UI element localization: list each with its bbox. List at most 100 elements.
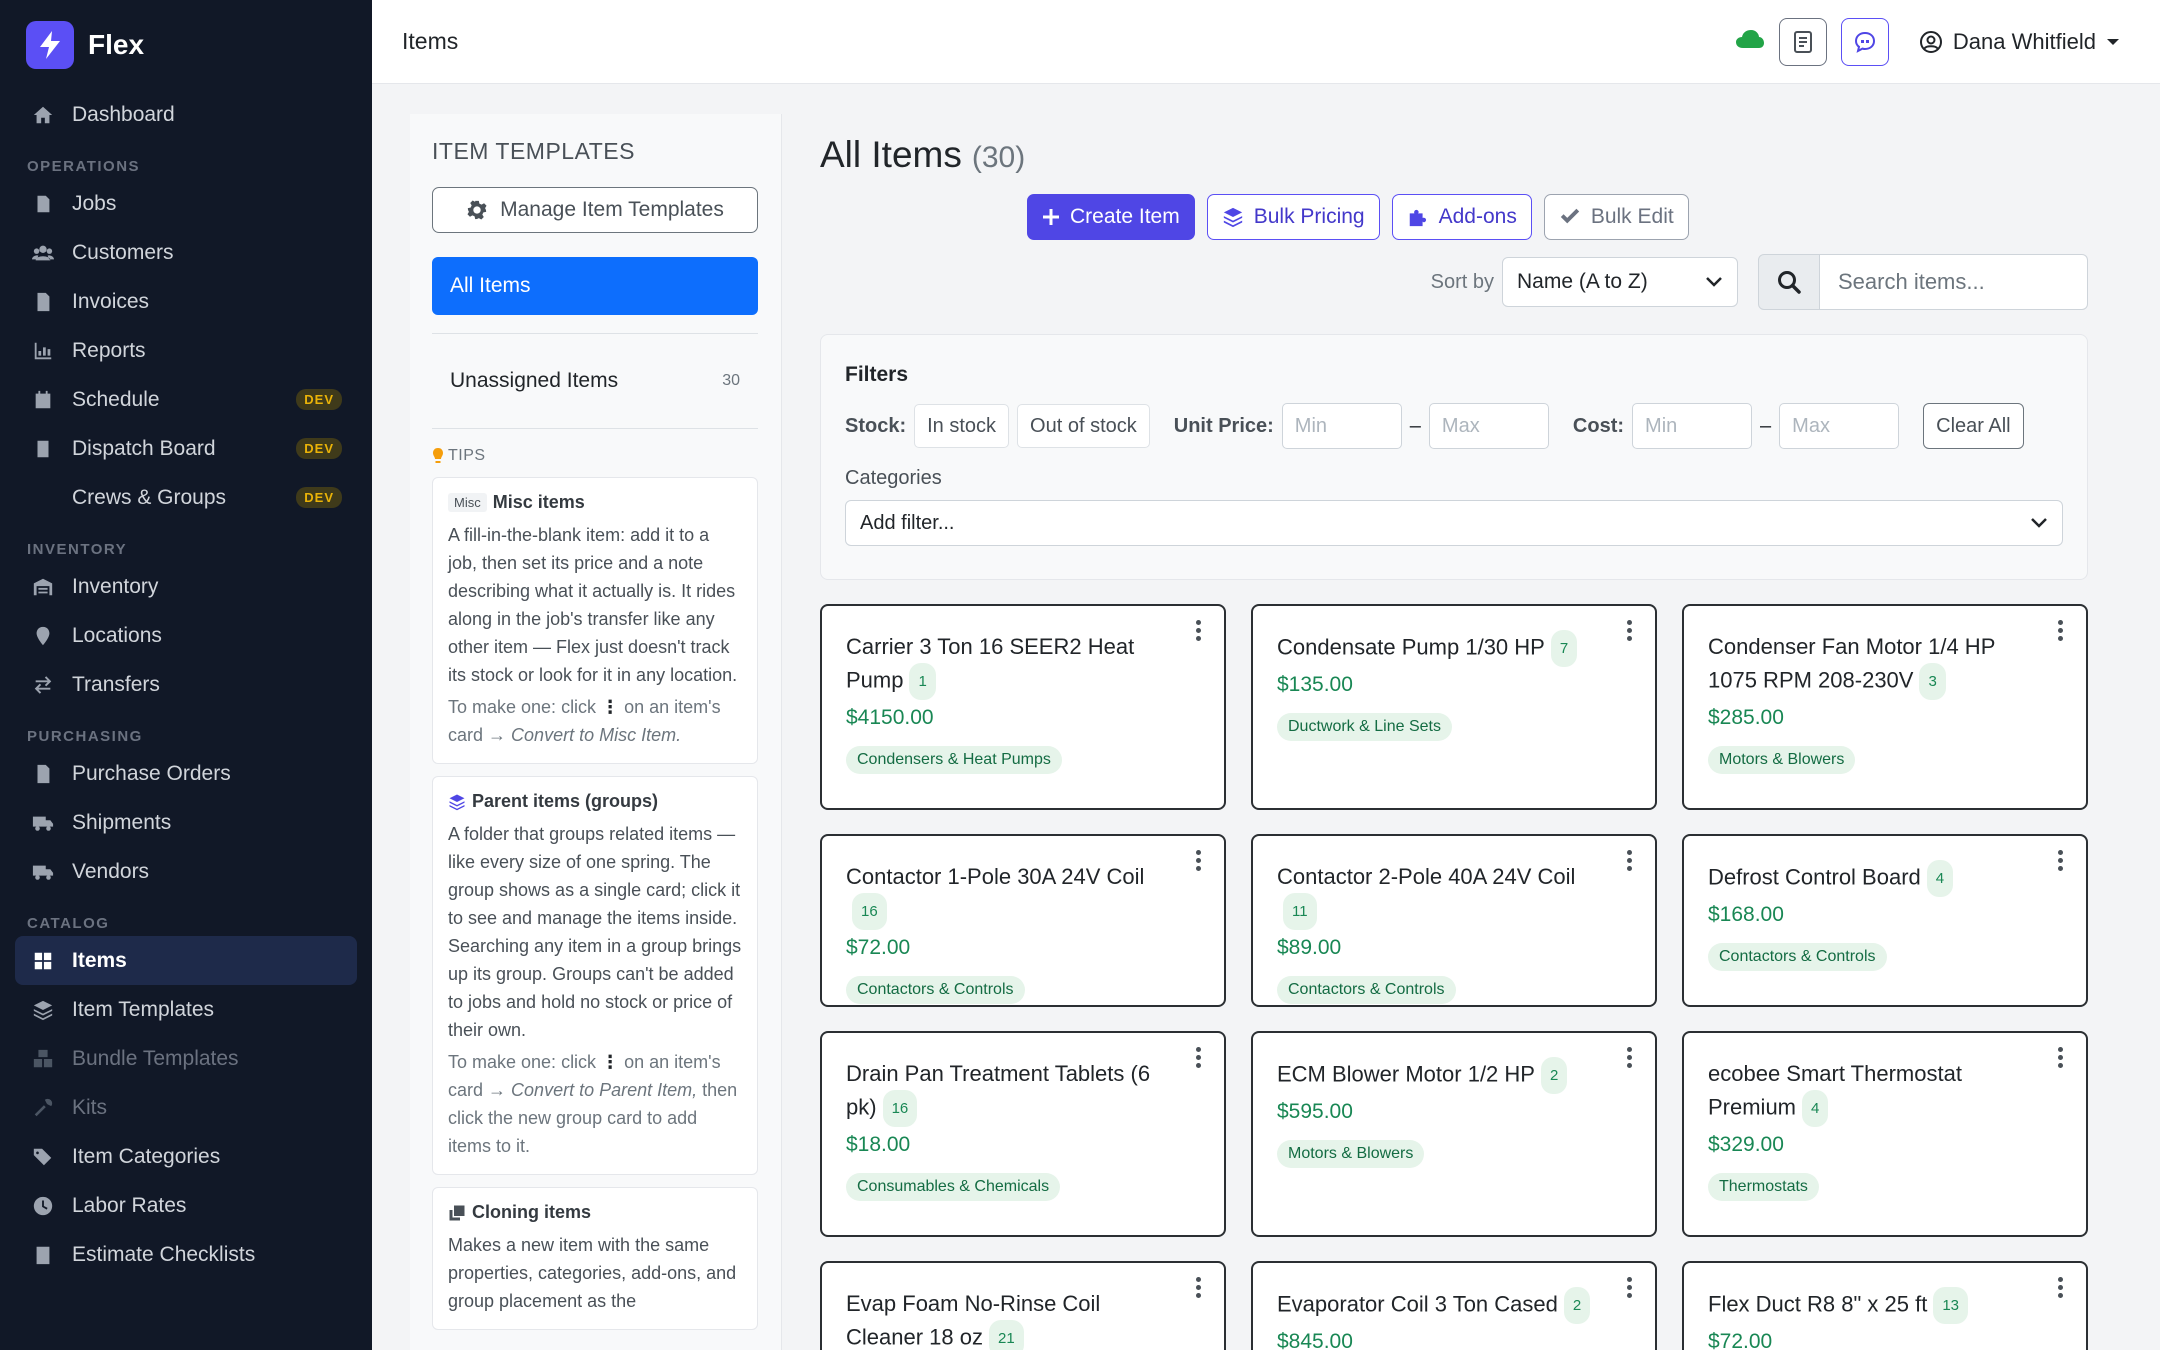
brand[interactable]: Flex: [0, 0, 372, 90]
sidebar-item-transfers[interactable]: Transfers: [0, 660, 372, 709]
sidebar-item-label: Purchase Orders: [72, 761, 231, 785]
clock-icon: [30, 1193, 56, 1219]
bulk-pricing-button[interactable]: Bulk Pricing: [1206, 194, 1380, 240]
sidebar-item-labor-rates[interactable]: Labor Rates: [0, 1181, 372, 1230]
item-card[interactable]: Flex Duct R8 8" x 25 ft 13 $72.00: [1682, 1261, 2088, 1350]
kebab-icon: ⋮: [601, 697, 620, 717]
chat-button[interactable]: [1840, 17, 1889, 66]
item-price: $845.00: [1277, 1330, 1353, 1350]
item-name: Contactor 1-Pole 30A 24V Coil: [846, 864, 1145, 889]
category-badge: Consumables & Chemicals: [846, 1173, 1061, 1201]
category-badge: Thermostats: [1708, 1173, 1819, 1201]
item-card[interactable]: Condensate Pump 1/30 HP 7 $135.00 Ductwor…: [1251, 604, 1657, 810]
categories-label: Categories: [845, 467, 942, 489]
out-of-stock-toggle[interactable]: Out of stock: [1017, 404, 1150, 448]
sort-select[interactable]: Name (A to Z): [1502, 257, 1738, 307]
template-all-items[interactable]: All Items: [432, 257, 758, 315]
kebab-menu-icon[interactable]: [2054, 1277, 2066, 1298]
sidebar-item-label: Schedule: [72, 387, 160, 411]
kebab-icon: ⋮: [601, 1052, 620, 1072]
dev-badge: DEV: [296, 487, 342, 508]
sort-value: Name (A to Z): [1517, 270, 1648, 293]
item-card[interactable]: Contactor 2-Pole 40A 24V Coil 11 $89.00 C…: [1251, 834, 1657, 1007]
sidebar-item-locations[interactable]: Locations: [0, 611, 372, 660]
bulk-edit-button[interactable]: Bulk Edit: [1543, 194, 1689, 240]
file-invoice-icon: [30, 289, 56, 315]
sidebar-item-items[interactable]: Items: [15, 936, 357, 985]
lightbulb-icon: [433, 448, 443, 463]
sidebar-item-estimate-checklists[interactable]: Estimate Checklists: [0, 1230, 372, 1279]
sidebar-item-bundle-templates[interactable]: Bundle Templates: [0, 1034, 372, 1083]
user-menu[interactable]: Dana Whitfield: [1919, 29, 2120, 55]
create-item-button[interactable]: Create Item: [1027, 194, 1195, 240]
kebab-menu-icon[interactable]: [1623, 1277, 1635, 1298]
item-card[interactable]: Carrier 3 Ton 16 SEER2 Heat Pump 1 $4150.…: [820, 604, 1226, 810]
sidebar-item-dispatch-board[interactable]: Dispatch Board DEV: [0, 424, 372, 473]
search-input[interactable]: Search items...: [1820, 254, 2088, 310]
kebab-menu-icon[interactable]: [1192, 620, 1204, 641]
gear-icon: [467, 200, 487, 220]
sidebar-item-vendors[interactable]: Vendors: [0, 847, 372, 896]
kebab-menu-icon[interactable]: [1623, 620, 1635, 641]
sidebar-item-dashboard[interactable]: Dashboard: [0, 90, 372, 139]
sidebar-item-schedule[interactable]: Schedule DEV: [0, 375, 372, 424]
unit-price-label: Unit Price:: [1173, 414, 1274, 437]
blank-icon: [30, 485, 56, 511]
item-card[interactable]: Evap Foam No-Rinse Coil Cleaner 18 oz 21: [820, 1261, 1226, 1350]
sidebar-item-label: Shipments: [72, 810, 172, 834]
kebab-menu-icon[interactable]: [1192, 850, 1204, 871]
calendar-icon: [30, 387, 56, 413]
item-card[interactable]: Drain Pan Treatment Tablets (6 pk) 16 $18…: [820, 1031, 1226, 1237]
kebab-menu-icon[interactable]: [1623, 1047, 1635, 1068]
sidebar-item-reports[interactable]: Reports: [0, 326, 372, 375]
item-card[interactable]: ECM Blower Motor 1/2 HP 2 $595.00 Motors …: [1251, 1031, 1657, 1237]
item-card[interactable]: ecobee Smart Thermostat Premium 4 $329.00…: [1682, 1031, 2088, 1237]
unit-price-min-input[interactable]: Min: [1281, 403, 1402, 449]
boxes-icon: [30, 1046, 56, 1072]
sidebar-item-shipments[interactable]: Shipments: [0, 798, 372, 847]
in-stock-toggle[interactable]: In stock: [914, 404, 1010, 448]
sidebar-item-purchase-orders[interactable]: Purchase Orders: [0, 749, 372, 798]
kebab-menu-icon[interactable]: [2054, 850, 2066, 871]
qty-badge: 2: [1563, 1287, 1591, 1324]
item-price: $72.00: [1708, 1330, 1773, 1350]
kebab-menu-icon[interactable]: [2054, 620, 2066, 641]
sidebar-item-kits[interactable]: Kits: [0, 1083, 372, 1132]
item-card[interactable]: Contactor 1-Pole 30A 24V Coil 16 $72.00 C…: [820, 834, 1226, 1007]
cost-min-input[interactable]: Min: [1632, 403, 1753, 449]
sidebar-item-item-templates[interactable]: Item Templates: [0, 985, 372, 1034]
tip-hint: To make one: click ⋮ on an item's card →…: [448, 693, 743, 749]
tip-hint-em: Convert to Misc Item.: [511, 725, 682, 745]
kebab-menu-icon[interactable]: [1192, 1277, 1204, 1298]
unit-price-max-input[interactable]: Max: [1428, 403, 1549, 449]
kebab-menu-icon[interactable]: [1192, 1047, 1204, 1068]
item-card[interactable]: Condenser Fan Motor 1/4 HP 1075 RPM 208-…: [1682, 604, 2088, 810]
user-name: Dana Whitfield: [1952, 28, 2096, 54]
sidebar-item-inventory[interactable]: Inventory: [0, 562, 372, 611]
sidebar-item-jobs[interactable]: Jobs: [0, 179, 372, 228]
search-button[interactable]: [1758, 254, 1820, 310]
cloud-sync-icon[interactable]: [1735, 28, 1765, 55]
sidebar-item-label: Inventory: [72, 574, 159, 598]
add-ons-button[interactable]: Add-ons: [1391, 194, 1532, 240]
cost-max-input[interactable]: Max: [1779, 403, 1900, 449]
clear-all-button[interactable]: Clear All: [1923, 403, 2024, 449]
notes-button[interactable]: [1778, 17, 1827, 66]
transfer-icon: [30, 672, 56, 698]
sidebar-item-label: Transfers: [72, 672, 160, 696]
sidebar-item-crews-groups[interactable]: Crews & Groups DEV: [0, 473, 372, 522]
sidebar-item-invoices[interactable]: Invoices: [0, 277, 372, 326]
layers-icon: [30, 997, 56, 1023]
user-circle-icon: [1919, 30, 1942, 53]
template-unassigned-items[interactable]: Unassigned Items 30: [432, 333, 758, 429]
sidebar-item-customers[interactable]: Customers: [0, 228, 372, 277]
item-card[interactable]: Evaporator Coil 3 Ton Cased 2 $845.00: [1251, 1261, 1657, 1350]
kebab-menu-icon[interactable]: [2054, 1047, 2066, 1068]
qty-badge: 3: [1919, 663, 1946, 700]
categories-select[interactable]: Add filter...: [845, 500, 2063, 546]
item-card[interactable]: Defrost Control Board 4 $168.00 Contactor…: [1682, 834, 2088, 1007]
sidebar-item-item-categories[interactable]: Item Categories: [0, 1132, 372, 1181]
kebab-menu-icon[interactable]: [1623, 850, 1635, 871]
manage-item-templates-button[interactable]: Manage Item Templates: [432, 187, 758, 233]
qty-badge: 21: [988, 1320, 1024, 1350]
